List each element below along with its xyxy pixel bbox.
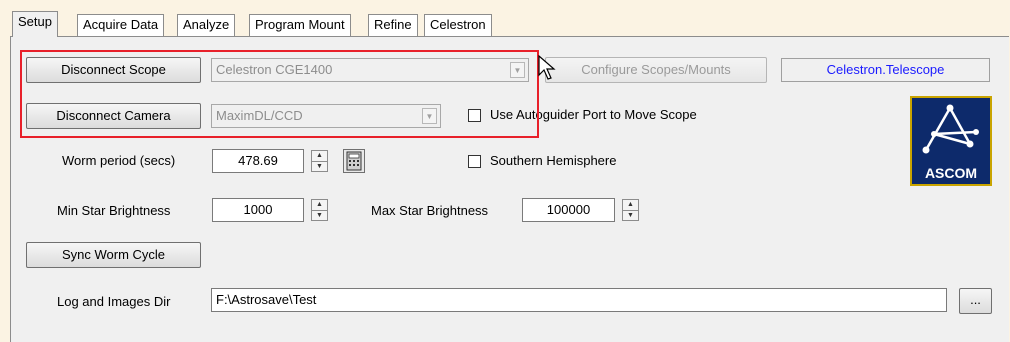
stepper-up-icon[interactable]: ▲ (623, 200, 638, 211)
driver-name-text: Celestron.Telescope (826, 62, 945, 77)
driver-name-box: Celestron.Telescope (781, 58, 990, 82)
tab-acquire-data[interactable]: Acquire Data (77, 14, 165, 36)
min-star-stepper[interactable]: ▲ ▼ (311, 199, 328, 221)
max-star-label: Max Star Brightness (371, 203, 489, 218)
worm-period-input[interactable]: 478.69 (212, 149, 304, 173)
sync-worm-cycle-button[interactable]: Sync Worm Cycle (26, 242, 201, 268)
tab-celestron[interactable]: Celestron (424, 14, 492, 36)
ascom-star-icon (922, 104, 979, 154)
max-star-input[interactable]: 100000 (522, 198, 615, 222)
tab-analyze[interactable]: Analyze (177, 14, 236, 36)
max-star-stepper[interactable]: ▲ ▼ (622, 199, 639, 221)
tab-program-mount[interactable]: Program Mount (249, 14, 351, 36)
stepper-up-icon[interactable]: ▲ (312, 200, 327, 211)
worm-period-stepper[interactable]: ▲ ▼ (311, 150, 328, 172)
min-star-input[interactable]: 1000 (212, 198, 304, 222)
configure-scopes-button[interactable]: Configure Scopes/Mounts (545, 57, 767, 83)
log-dir-label: Log and Images Dir (57, 294, 171, 309)
stepper-down-icon[interactable]: ▼ (623, 211, 638, 221)
tab-refine[interactable]: Refine (368, 14, 418, 36)
min-star-label: Min Star Brightness (57, 203, 171, 218)
log-dir-input[interactable]: F:\Astrosave\Test (211, 288, 947, 312)
mouse-cursor-icon (538, 55, 556, 80)
calculator-button[interactable] (343, 149, 365, 173)
southern-hemisphere-checkbox[interactable] (468, 155, 481, 168)
ascom-logo-text: ASCOM (924, 165, 978, 181)
highlight-box (20, 50, 539, 138)
stepper-up-icon[interactable]: ▲ (312, 151, 327, 162)
browse-button[interactable]: ... (959, 288, 992, 314)
stepper-down-icon[interactable]: ▼ (312, 162, 327, 172)
stepper-down-icon[interactable]: ▼ (312, 211, 327, 221)
calculator-icon (346, 151, 362, 171)
ascom-logo: ASCOM (910, 96, 992, 186)
southern-hemisphere-label: Southern Hemisphere (490, 153, 617, 168)
worm-period-label: Worm period (secs) (62, 153, 176, 168)
tab-setup[interactable]: Setup (12, 11, 58, 37)
